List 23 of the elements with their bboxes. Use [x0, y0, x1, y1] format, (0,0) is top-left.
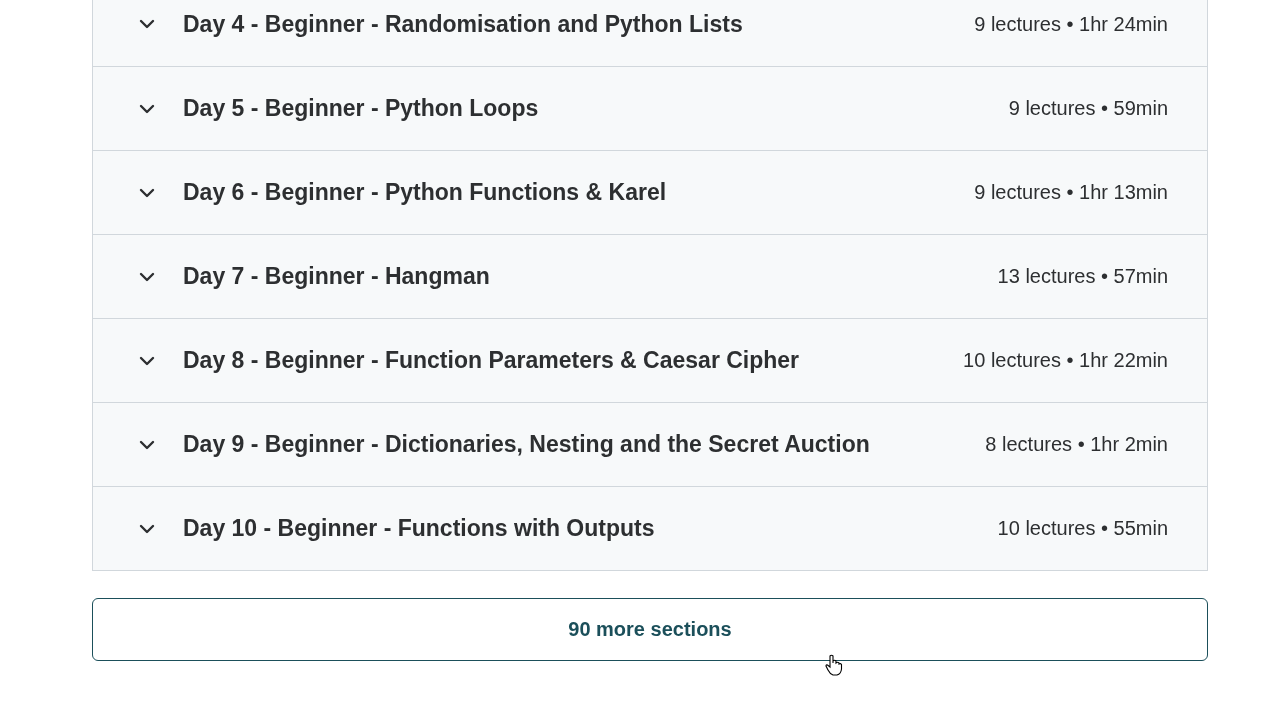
section-title: Day 7 - Beginner - Hangman — [183, 263, 491, 290]
hand-cursor-icon — [825, 654, 843, 676]
section-header[interactable]: Day 10 - Beginner - Functions with Outputs 10 lectures • 55min — [93, 486, 1207, 570]
section-info: 8 lectures • 1hr 2min — [985, 433, 1168, 456]
section-header[interactable]: Day 4 - Beginner - Randomisation and Python Lists 9 lectures • 1hr 24min — [93, 0, 1207, 66]
section-header[interactable]: Day 9 - Beginner - Dictionaries, Nesting and the Secret Auction 8 lectures • 1hr 2min — [93, 402, 1207, 486]
section-title: Day 4 - Beginner - Randomisation and Python Lists — [183, 10, 744, 38]
more-sections-button[interactable]: 90 more sections — [92, 598, 1208, 661]
section-title: Day 6 - Beginner - Python Functions & Karel — [183, 179, 668, 206]
section-header[interactable]: Day 6 - Beginner - Python Functions & Karel 9 lectures • 1hr 13min — [93, 150, 1207, 234]
section-info: 9 lectures • 1hr 13min — [974, 181, 1168, 204]
section-info: 10 lectures • 55min — [997, 517, 1168, 540]
section-header[interactable]: Day 5 - Beginner - Python Loops 9 lectures • 59min — [93, 66, 1207, 150]
section-info: 9 lectures • 1hr 24min — [974, 12, 1168, 36]
section-info: 13 lectures • 57min — [997, 265, 1168, 288]
section-info: 10 lectures • 1hr 22min — [963, 349, 1168, 372]
section-info: 9 lectures • 59min — [1008, 97, 1168, 120]
section-title: Day 5 - Beginner - Python Loops — [183, 95, 540, 122]
section-header[interactable]: Day 8 - Beginner - Function Parameters & Caesar Cipher 10 lectures • 1hr 22min — [93, 318, 1207, 402]
section-title: Day 9 - Beginner - Dictionaries, Nesting and the Secret Auction — [183, 431, 871, 458]
section-title: Day 8 - Beginner - Function Parameters & Caesar Cipher — [183, 347, 801, 374]
section-title: Day 10 - Beginner - Functions with Outputs — [183, 515, 656, 542]
section-header[interactable]: Day 7 - Beginner - Hangman 13 lectures • 57min — [93, 234, 1207, 318]
